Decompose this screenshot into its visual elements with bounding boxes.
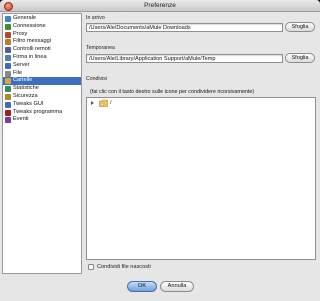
filter-icon — [5, 39, 11, 46]
sidebar-item-sicurezza[interactable]: Sicurezza — [3, 93, 81, 101]
tweaks-gui-icon — [5, 101, 11, 108]
share-hidden-files-label: Condividi file nascosti — [97, 264, 151, 270]
sidebar-item-connessione[interactable]: Connessione — [3, 23, 81, 31]
preferences-window: Preferenze Generale Connessione Proxy Filtr… — [0, 0, 320, 301]
ok-button[interactable]: OK — [127, 281, 157, 292]
sidebar-item-label: Controlli remoti — [13, 46, 51, 53]
sidebar-item-label: Firma in linea — [13, 54, 47, 60]
sidebar-item-label: Generale — [13, 15, 37, 21]
title-bar: Preferenze — [0, 0, 320, 12]
tweaks-program-icon — [5, 109, 11, 116]
sidebar-item-label: Sicurezza — [13, 93, 38, 99]
sidebar-item-label: Tweaks programma — [13, 108, 63, 115]
signature-icon — [5, 55, 11, 61]
sidebar-item-server[interactable]: Server — [3, 62, 81, 70]
shared-folders-tree[interactable]: / — [86, 97, 316, 260]
sidebar-item-label: Cartelle — [13, 77, 33, 84]
sidebar-item-controlli-remoti[interactable]: Controlli remoti — [3, 46, 81, 54]
sidebar-item-statistiche[interactable]: Statistiche — [3, 85, 81, 93]
sidebar-item-label: Tweaks GUI — [13, 100, 44, 107]
events-icon — [5, 117, 11, 124]
share-hidden-files-checkbox[interactable] — [88, 264, 94, 270]
security-icon — [5, 94, 11, 100]
sidebar-item-label: Connessione — [13, 22, 46, 29]
file-icon — [5, 70, 11, 77]
connection-icon — [5, 23, 11, 30]
folder-icon — [5, 78, 11, 85]
temp-group-label: Temporanea — [86, 45, 115, 51]
sidebar-item-file[interactable]: File — [3, 70, 81, 78]
gear-icon — [5, 16, 11, 22]
sidebar-item-firma-in-linea[interactable]: Firma in linea — [3, 54, 81, 62]
sidebar-item-proxy[interactable]: Proxy — [3, 31, 81, 39]
temp-browse-button[interactable]: Sfoglia — [285, 53, 315, 63]
window-title: Preferenze — [144, 2, 176, 9]
sidebar-item-filtro-messaggi[interactable]: Filtro messaggi — [3, 38, 81, 46]
incoming-path-field[interactable]: /Users/Ale/Documents/aMule Downloads — [86, 23, 283, 32]
shared-hint: (fai clic con il tasto destro sulle icon… — [90, 89, 255, 95]
statistics-icon — [5, 86, 11, 93]
incoming-group-label: In arrivo — [86, 15, 105, 21]
server-icon — [5, 62, 11, 69]
shared-group-label: Condivisi — [86, 76, 108, 82]
sidebar-item-label: Statistiche — [13, 85, 39, 92]
sidebar-item-label: Proxy — [13, 30, 28, 37]
tree-expand-arrow-icon[interactable] — [91, 101, 94, 105]
sidebar-item-tweaks-gui[interactable]: Tweaks GUI — [3, 101, 81, 109]
remote-icon — [5, 47, 11, 54]
proxy-icon — [5, 31, 11, 38]
incoming-browse-button[interactable]: Sfoglia — [285, 22, 315, 32]
sidebar-item-generale[interactable]: Generale — [3, 15, 81, 23]
sidebar-item-cartelle[interactable]: Cartelle — [3, 77, 81, 86]
preferences-sidebar: Generale Connessione Proxy Filtro messaggi C… — [2, 13, 82, 274]
sidebar-item-label: File — [13, 69, 23, 76]
sidebar-item-label: Filtro messaggi — [13, 38, 51, 45]
temp-path-field[interactable]: /Users/Ale/Library/Application Support/a… — [86, 54, 283, 63]
sidebar-item-tweaks-programma[interactable]: Tweaks programma — [3, 109, 81, 117]
sidebar-item-label: Server — [13, 61, 30, 68]
sidebar-item-label: Eventi — [13, 116, 29, 123]
tree-root-label: / — [110, 100, 112, 106]
sidebar-item-eventi[interactable]: Eventi — [3, 116, 81, 124]
folder-icon — [99, 99, 108, 107]
cancel-button[interactable]: Annulla — [160, 281, 194, 292]
